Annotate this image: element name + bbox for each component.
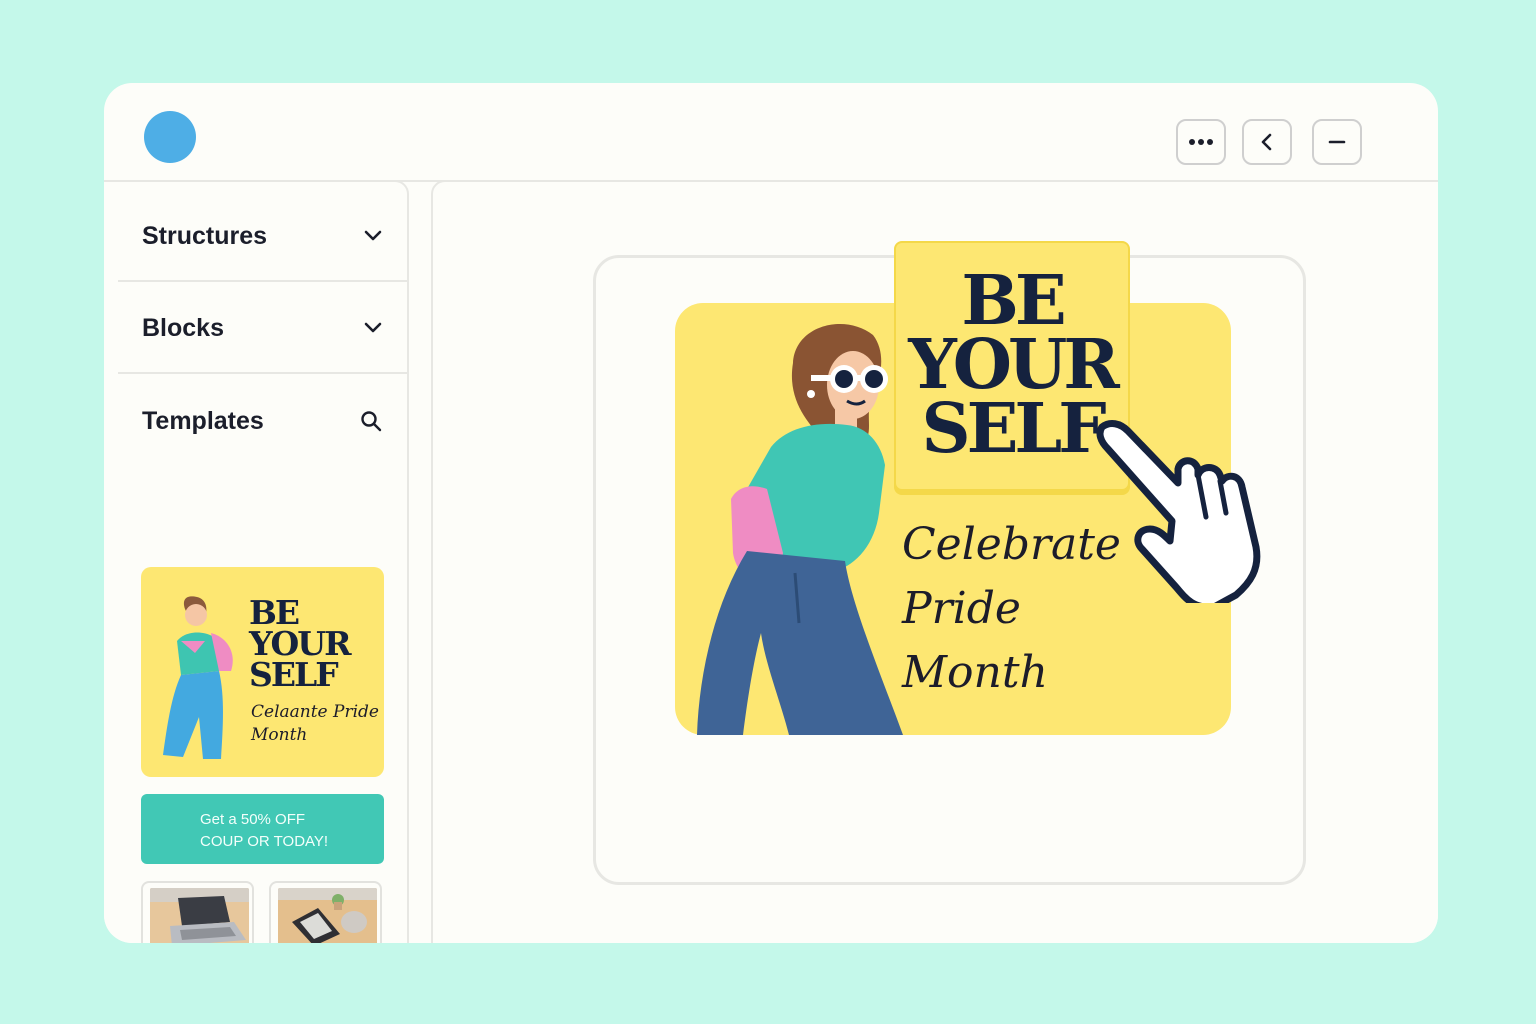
template-figure-illustration	[163, 596, 233, 759]
template-card-pride[interactable]: BE YOUR SELF Celaante Pride Month	[141, 567, 384, 777]
minus-icon	[1328, 140, 1346, 144]
more-icon	[1189, 139, 1213, 145]
chevron-left-icon	[1261, 133, 1272, 151]
template-subtitle: Celaante Pride Month	[251, 702, 379, 745]
product-card[interactable]	[141, 881, 254, 943]
coupon-line-1: Get a 50% OFF	[200, 811, 306, 828]
app-window: Structures Blocks Templates BE YOUR SELF…	[104, 83, 1438, 943]
chevron-down-icon[interactable]	[364, 322, 382, 334]
coupon-banner[interactable]: Get a 50% OFF COUP OR TODAY!	[141, 794, 384, 864]
back-button[interactable]	[1242, 119, 1292, 165]
pointer-hand-icon	[1096, 420, 1261, 603]
laptop-image	[150, 888, 249, 943]
section-label: Structures	[142, 221, 268, 250]
brand-logo	[144, 111, 196, 163]
section-label: Templates	[142, 406, 264, 435]
more-options-button[interactable]	[1176, 119, 1226, 165]
chevron-down-icon[interactable]	[364, 230, 382, 242]
minimize-button[interactable]	[1312, 119, 1362, 165]
coupon-line-2: COUP OR TODAY!	[200, 833, 329, 850]
section-templates[interactable]: Templates	[118, 376, 408, 466]
search-icon[interactable]	[360, 410, 382, 432]
woman-figure-illustration	[697, 324, 903, 735]
product-card[interactable]	[269, 881, 382, 943]
section-structures[interactable]: Structures	[118, 192, 408, 282]
sidebar: Structures Blocks Templates BE YOUR SELF…	[104, 180, 409, 943]
template-title: BE YOUR SELF	[249, 593, 352, 694]
section-label: Blocks	[142, 313, 224, 342]
desk-items-image	[278, 888, 377, 943]
section-blocks[interactable]: Blocks	[118, 284, 408, 374]
